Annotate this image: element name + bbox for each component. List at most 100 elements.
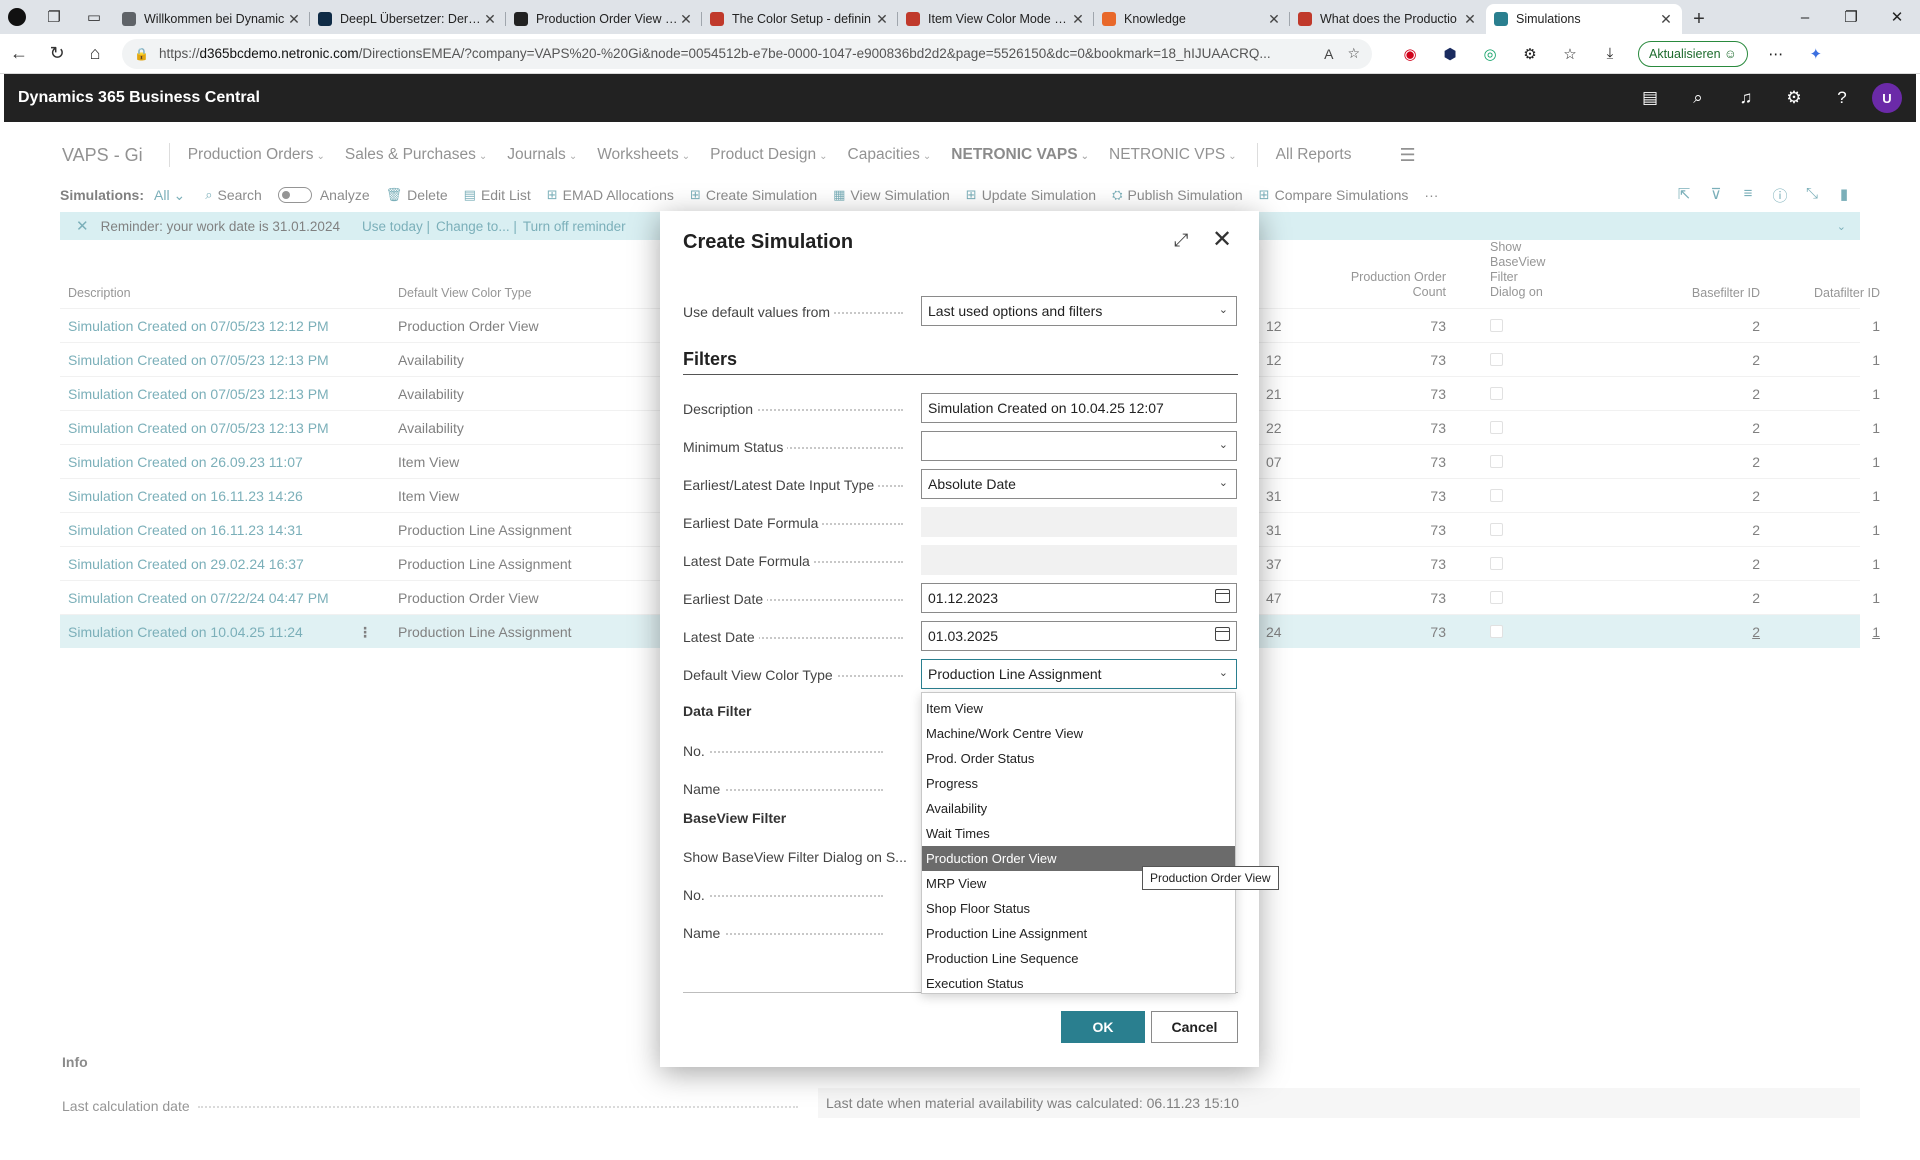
app-header: Dynamics 365 Business Central ▤ ⌕ ♫ ⚙ ? … xyxy=(4,74,1916,122)
dropdown-option[interactable]: Machine/Work Centre View xyxy=(922,721,1235,746)
minimize-icon[interactable]: – xyxy=(1782,0,1828,34)
search-icon[interactable]: ⌕ xyxy=(1674,88,1722,108)
cancel-button[interactable]: Cancel xyxy=(1151,1011,1238,1043)
chevron-down-icon: ⌄ xyxy=(1218,304,1228,316)
calendar-icon[interactable] xyxy=(1215,589,1230,603)
close-tab-icon[interactable]: ✕ xyxy=(1070,11,1086,28)
browser-tab[interactable]: Production Order View Se ✕ xyxy=(506,4,702,34)
close-tab-icon[interactable]: ✕ xyxy=(286,11,302,28)
use-default-label: Use default values from xyxy=(683,304,835,320)
read-aloud-icon[interactable]: A xyxy=(1324,46,1333,62)
data-filter-no-label: No. xyxy=(683,743,709,759)
favorite-star-icon[interactable]: ☆ xyxy=(1347,45,1360,62)
earliest-date-input[interactable]: 01.12.2023 xyxy=(921,583,1237,613)
back-icon[interactable]: ← xyxy=(0,38,38,70)
dropdown-option[interactable]: Shop Floor Status xyxy=(922,896,1235,921)
expand-icon[interactable]: ⤢ xyxy=(1174,230,1188,251)
use-default-select[interactable]: Last used options and filters ⌄ xyxy=(921,296,1237,326)
workspaces-icon[interactable]: ❐ xyxy=(34,0,74,34)
avatar[interactable]: U xyxy=(1872,83,1902,113)
browser-tab-strip: ❐ ▭ Willkommen bei Dynamic ✕ DeepL Überset… xyxy=(0,0,1920,34)
extensions-icon[interactable]: ⚙ xyxy=(1510,38,1550,70)
favorites-icon[interactable]: ☆ xyxy=(1550,38,1590,70)
minimum-status-row: Minimum Status ⌄ xyxy=(683,431,1238,461)
dropdown-option[interactable]: Execution Status xyxy=(922,971,1235,996)
close-tab-icon[interactable]: ✕ xyxy=(1462,11,1478,28)
description-input[interactable]: Simulation Created on 10.04.25 12:07 xyxy=(921,393,1237,423)
opera-extension-icon[interactable]: ◉ xyxy=(1390,38,1430,70)
url-input[interactable]: 🔒 https://d365bcdemo.netronic.com/Direct… xyxy=(122,38,1372,69)
browser-tab[interactable]: Willkommen bei Dynamic ✕ xyxy=(114,4,310,34)
browser-tab[interactable]: What does the Productio ✕ xyxy=(1290,4,1486,34)
grammarly-extension-icon[interactable]: ◎ xyxy=(1470,38,1510,70)
dropdown-option[interactable]: Production Line Assignment xyxy=(922,921,1235,946)
calendar-icon[interactable] xyxy=(1215,627,1230,641)
dropdown-option[interactable]: Prod. Order Status xyxy=(922,746,1235,771)
latest-date-input[interactable]: 01.03.2025 xyxy=(921,621,1237,651)
tab-favicon-icon xyxy=(318,12,332,26)
tab-title: DeepL Übersetzer: Der pr xyxy=(340,12,482,26)
browser-tab[interactable]: The Color Setup - definin ✕ xyxy=(702,4,898,34)
tab-title: What does the Productio xyxy=(1320,12,1457,26)
tab-title: Knowledge xyxy=(1124,12,1186,26)
tab-title: Item View Color Mode - V xyxy=(928,12,1070,26)
tab-title: Simulations xyxy=(1516,12,1581,26)
browser-tab[interactable]: DeepL Übersetzer: Der pr ✕ xyxy=(310,4,506,34)
shield-extension-icon[interactable]: ⬢ xyxy=(1430,38,1470,70)
date-input-type-select[interactable]: Absolute Date ⌄ xyxy=(921,469,1237,499)
description-row: Description Simulation Created on 10.04.… xyxy=(683,393,1238,423)
tab-favicon-icon xyxy=(710,12,724,26)
close-tab-icon[interactable]: ✕ xyxy=(1658,11,1674,28)
chevron-down-icon: ⌄ xyxy=(1218,667,1228,679)
date-input-type-label: Earliest/Latest Date Input Type xyxy=(683,477,879,493)
close-window-icon[interactable]: ✕ xyxy=(1874,0,1920,34)
ok-button[interactable]: OK xyxy=(1061,1011,1145,1043)
dropdown-option[interactable]: Production Line Sequence xyxy=(922,946,1235,971)
latest-formula-label: Latest Date Formula xyxy=(683,553,814,569)
description-label: Description xyxy=(683,401,758,417)
chevron-down-icon: ⌄ xyxy=(1218,477,1228,489)
vertical-tabs-icon[interactable]: ▭ xyxy=(74,0,114,34)
new-tab-button[interactable]: + xyxy=(1682,4,1716,34)
close-tab-icon[interactable]: ✕ xyxy=(1266,11,1282,28)
update-button[interactable]: Aktualisieren ☺ xyxy=(1638,40,1748,67)
lock-icon: 🔒 xyxy=(134,46,149,61)
latest-date-label: Latest Date xyxy=(683,629,759,645)
refresh-icon[interactable]: ↻ xyxy=(38,38,76,70)
color-type-select[interactable]: Production Line Assignment ⌄ xyxy=(921,659,1237,689)
browser-tab[interactable]: Knowledge ✕ xyxy=(1094,4,1290,34)
filters-section-title: Filters xyxy=(683,349,738,369)
restore-icon[interactable]: ❐ xyxy=(1828,0,1874,34)
browser-tab[interactable]: Item View Color Mode - V ✕ xyxy=(898,4,1094,34)
minimum-status-select[interactable]: ⌄ xyxy=(921,431,1237,461)
close-tab-icon[interactable]: ✕ xyxy=(874,11,890,28)
gear-icon[interactable]: ⚙ xyxy=(1770,88,1818,108)
tab-title: The Color Setup - definin xyxy=(732,12,871,26)
dialog-title: Create Simulation xyxy=(683,231,854,253)
browser-logo-icon xyxy=(0,0,34,34)
close-tab-icon[interactable]: ✕ xyxy=(678,11,694,28)
tab-favicon-icon xyxy=(122,12,136,26)
dropdown-option[interactable]: Availability xyxy=(922,796,1235,821)
color-type-dropdown-list: Item View Machine/Work Centre View Prod. O… xyxy=(921,692,1236,994)
help-icon[interactable]: ? xyxy=(1818,88,1866,108)
downloads-icon[interactable]: ⤓ xyxy=(1590,38,1630,70)
address-bar: ← ↻ ⌂ 🔒 https://d365bcdemo.netronic.com/… xyxy=(0,34,1920,74)
dropdown-option[interactable]: Item View xyxy=(922,696,1235,721)
data-filter-title: Data Filter xyxy=(683,703,752,719)
tab-title: Willkommen bei Dynamic xyxy=(144,12,285,26)
data-filter-name-label: Name xyxy=(683,781,725,797)
home-icon[interactable]: ⌂ xyxy=(76,38,114,70)
earliest-formula-label: Earliest Date Formula xyxy=(683,515,823,531)
dropdown-option[interactable]: Wait Times xyxy=(922,821,1235,846)
bell-icon[interactable]: ♫ xyxy=(1722,88,1770,108)
tab-favicon-icon xyxy=(906,12,920,26)
browser-tab[interactable]: Simulations ✕ xyxy=(1486,4,1682,34)
dropdown-option[interactable]: Progress xyxy=(922,771,1235,796)
copilot-icon[interactable]: ✦ xyxy=(1796,38,1836,70)
document-icon[interactable]: ▤ xyxy=(1626,88,1674,108)
browser-menu-icon[interactable]: ⋯ xyxy=(1756,38,1796,70)
close-tab-icon[interactable]: ✕ xyxy=(482,11,498,28)
close-icon[interactable]: ✕ xyxy=(1212,225,1232,254)
earliest-formula-row: Earliest Date Formula xyxy=(683,507,1238,537)
